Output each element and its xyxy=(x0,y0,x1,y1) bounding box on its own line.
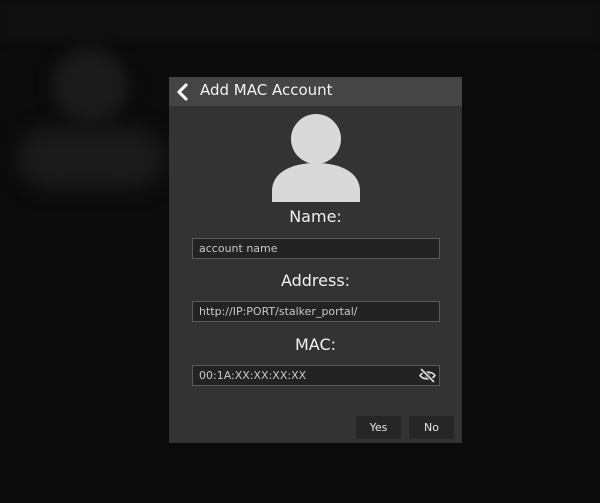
mac-label: MAC: xyxy=(294,335,337,354)
name-input[interactable] xyxy=(192,238,440,259)
blurred-avatar-body xyxy=(18,128,164,188)
name-label: Name: xyxy=(289,207,342,226)
dialog-title: Add MAC Account xyxy=(200,81,333,99)
mac-input[interactable] xyxy=(192,365,440,386)
yes-button[interactable]: Yes xyxy=(356,416,401,439)
blurred-avatar-head xyxy=(52,48,128,124)
dialog-header: Add MAC Account xyxy=(169,77,462,106)
eye-slash-icon[interactable] xyxy=(419,368,436,383)
user-silhouette-icon xyxy=(272,114,360,202)
address-label: Address: xyxy=(280,271,351,290)
chevron-left-icon[interactable] xyxy=(173,82,191,102)
no-button[interactable]: No xyxy=(409,416,454,439)
blurred-top-bar xyxy=(0,0,600,42)
address-input[interactable] xyxy=(192,301,440,322)
add-mac-account-dialog: Add MAC Account Name: Address: MAC: Yes … xyxy=(169,77,462,443)
